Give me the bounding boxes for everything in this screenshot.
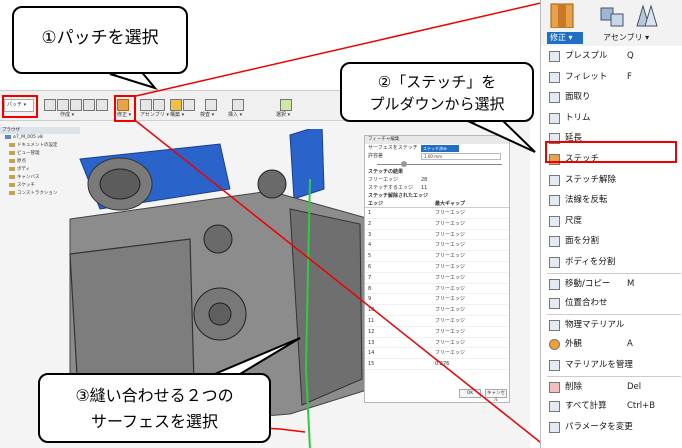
menu-item-press-pull[interactable]: プレスプル Q [547,46,681,67]
callout2-tail [466,116,536,153]
menu-item-shortcut: Q [627,51,634,61]
callout3-tail [209,337,301,377]
menu-item-trim[interactable]: トリム [547,108,681,129]
menu-item-label: 物理マテリアル [565,319,625,330]
menu-item-delete[interactable]: 削除 Del [547,375,681,397]
menu-item-label: 尺度 [565,215,583,226]
fillet-icon [549,71,560,83]
menu-item-appearance[interactable]: 外観 A [547,334,681,355]
menu-item-label: 面取り [565,92,591,103]
menu-item-shortcut: Ctrl+B [627,401,656,412]
manage-materials-icon [549,359,560,371]
menu-item-label: 位置合わせ [565,298,608,309]
menu-item-label: ステッチ解除 [565,174,617,185]
menu-item-label: ボディを分割 [565,256,616,267]
assemble-icon[interactable] [599,2,625,28]
appearance-icon [549,339,560,351]
chamfer-icon [549,92,560,104]
screenshot-stage: パッチ ▾ 作成 ▾ 修正 ▾ アセンブリ ▾ 構築 ▾ 検査 ▾ 挿入 ▾ 選… [0,0,682,448]
callout-step3: ③縫い合わせる２つの サーフェスを選択 [38,373,271,443]
menu-item-label: 法線を反転 [565,195,608,206]
menu-item-label: パラメータを変更 [565,421,633,432]
modify-menu-list: プレスプル Q フィレット F 面取り トリム 延長 ステッチ ステッチ解除 法線を反転 尺度 面を分… [547,46,681,437]
menu-item-label: 外観 [565,339,583,350]
callout-step2: ②「ステッチ」を プルダウンから選択 [340,62,534,122]
scale-icon [549,215,560,227]
menu-item-move[interactable]: 移動/コピー M [547,272,681,294]
menu-item-label: 削除 [565,381,583,392]
menu-item-split-face[interactable]: 面を分割 [547,231,681,252]
menu-item-align[interactable]: 位置合わせ [547,293,681,314]
menu-item-label: マテリアルを管理 [565,359,633,370]
compute-all-icon [549,401,560,413]
menu-category-modify[interactable]: 修正 ▾ [547,32,583,44]
menu-item-shortcut: A [627,339,633,350]
menu-item-change-parameters[interactable]: パラメータを変更 [547,417,681,438]
menu-item-label: トリム [565,112,591,123]
menu-item-label: 移動/コピー [565,278,611,289]
menu-item-label: プレスプル [565,51,608,61]
menu-item-reverse-normal[interactable]: 法線を反転 [547,190,681,211]
menu-item-manage-materials[interactable]: マテリアルを管理 [547,355,681,376]
menu-category-assemble[interactable]: アセンブリ ▾ [603,32,649,44]
menu-item-split-body[interactable]: ボディを分割 [547,252,681,273]
menu-ribbon-zoom: 修正 ▾ アセンブリ ▾ [541,0,682,46]
menu-item-label: 面を分割 [565,236,600,247]
callout-step1: ①パッチを選択 [12,6,188,74]
change-parameters-icon [549,421,560,433]
stitch-item-highlight [545,141,677,163]
menu-item-shortcut: Del [627,381,642,392]
split-face-icon [549,236,560,248]
align-icon [549,298,560,310]
menu-item-physical-material[interactable]: 物理マテリアル [547,313,681,335]
menu-item-chamfer[interactable]: 面取り [547,87,681,108]
reverse-normal-icon [549,195,560,207]
menu-item-fillet[interactable]: フィレット F [547,67,681,88]
menu-item-label: すべて計算 [565,401,607,412]
physical-material-icon [549,319,560,331]
move-icon [549,278,560,290]
modify-dropdown-zoom: 修正 ▾ アセンブリ ▾ プレスプル Q フィレット F 面取り トリム 延長 ステッチ ステッ… [540,0,682,448]
split-body-icon [549,256,560,268]
unstitch-icon [549,174,560,186]
menu-item-compute-all[interactable]: すべて計算 Ctrl+B [547,396,681,417]
modify-icon[interactable] [549,2,575,28]
delete-icon [549,381,560,393]
press-pull-icon [549,51,560,62]
trim-icon [549,112,560,124]
menu-item-shortcut: M [627,278,635,289]
menu-item-unstitch[interactable]: ステッチ解除 [547,170,681,191]
joint-icon[interactable] [633,2,659,28]
menu-item-label: フィレット [565,71,608,82]
menu-item-shortcut: F [627,71,632,82]
menu-item-scale[interactable]: 尺度 [547,211,681,232]
